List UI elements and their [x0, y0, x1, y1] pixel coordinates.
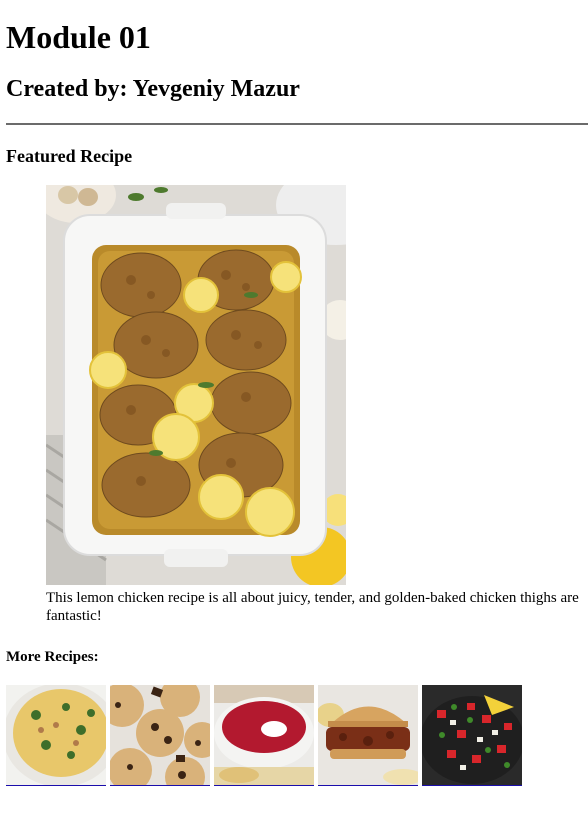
page: Module 01 Created by: Yevgeniy Mazur Fea…	[0, 0, 588, 786]
featured-recipe-image	[46, 185, 346, 585]
featured-recipe-description: This lemon chicken recipe is all about j…	[46, 590, 579, 624]
horizontal-rule	[6, 123, 588, 125]
more-recipe-link-3[interactable]	[214, 685, 314, 786]
pico-de-gallo-thumbnail	[422, 685, 522, 785]
more-recipe-link-5[interactable]	[422, 685, 522, 786]
creamy-soup-thumbnail	[6, 685, 106, 785]
more-recipe-link-2[interactable]	[110, 685, 210, 786]
borscht-thumbnail	[214, 685, 314, 785]
more-recipe-link-1[interactable]	[6, 685, 106, 786]
more-recipes-gallery	[6, 685, 522, 786]
more-recipes-heading: More Recipes:	[6, 649, 99, 665]
sloppy-joe-thumbnail	[318, 685, 418, 785]
cookies-thumbnail	[110, 685, 210, 785]
author-heading: Created by: Yevgeniy Mazur	[6, 76, 300, 102]
more-recipe-link-4[interactable]	[318, 685, 418, 786]
featured-heading: Featured Recipe	[6, 146, 133, 166]
